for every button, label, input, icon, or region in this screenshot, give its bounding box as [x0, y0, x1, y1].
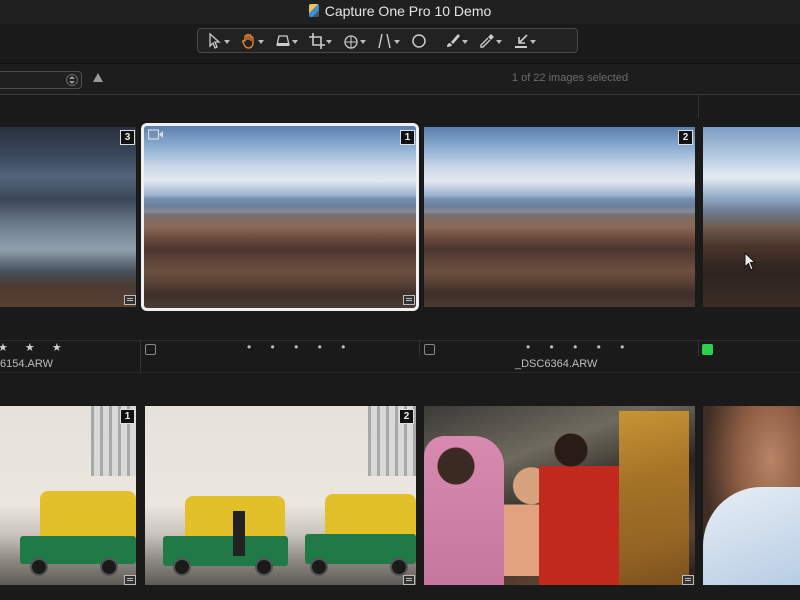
- chevron-down-icon: [462, 40, 468, 44]
- select-checkbox[interactable]: [424, 344, 435, 355]
- keystone-icon: [378, 33, 391, 48]
- rickshaw-wheel: [390, 558, 408, 576]
- column-divider: [698, 94, 699, 118]
- edit-indicator-icon: [124, 575, 136, 585]
- window-title: Capture One Pro 10 Demo: [324, 3, 492, 19]
- filename-label: 6154.ARW: [0, 358, 53, 370]
- straighten-icon: [276, 34, 290, 46]
- select-tool-button[interactable]: [198, 29, 232, 52]
- crop-tool-button[interactable]: [300, 29, 334, 52]
- edit-indicator-icon: [682, 575, 694, 585]
- variant-number-badge: 1: [120, 409, 135, 424]
- variant-number-badge: 2: [678, 130, 693, 145]
- thumbnail-image[interactable]: [145, 406, 416, 585]
- sort-direction-triangle-icon[interactable]: [93, 73, 103, 82]
- brush-tool-button[interactable]: [436, 29, 470, 52]
- rickshaw-canopy: [325, 494, 416, 539]
- edit-indicator-icon: [403, 295, 415, 305]
- thumbnail-image[interactable]: [424, 406, 695, 585]
- edit-indicator-icon: [124, 295, 136, 305]
- cursor-toolbar: [197, 28, 578, 53]
- chevron-down-icon: [258, 40, 264, 44]
- thumbnail-image[interactable]: [703, 406, 800, 585]
- thumbnail-image-selected[interactable]: [141, 123, 419, 311]
- edit-indicator-icon: [403, 575, 415, 585]
- copy-apply-tool-button[interactable]: [504, 29, 538, 52]
- select-checkbox[interactable]: [145, 344, 156, 355]
- chevron-down-icon: [360, 40, 366, 44]
- filename-row: [0, 356, 800, 373]
- pan-tool-button[interactable]: [232, 29, 266, 52]
- straighten-tool-button[interactable]: [266, 29, 300, 52]
- star-rating[interactable]: ★ ★ ★: [0, 341, 69, 354]
- cell-divider: [140, 340, 141, 372]
- variant-number-badge: 2: [399, 409, 414, 424]
- select-cursor-icon: [209, 32, 221, 49]
- person-figure: [619, 411, 689, 585]
- rickshaw-wheel: [310, 558, 328, 576]
- rotate-icon: [344, 34, 358, 49]
- rickshaw-wheel: [255, 558, 273, 576]
- apply-arrow-icon: [515, 33, 528, 48]
- circle-icon: [412, 33, 426, 48]
- chevron-down-icon: [292, 40, 298, 44]
- driver: [233, 511, 245, 556]
- thumbnail-image[interactable]: [0, 406, 136, 585]
- selection-status: 1 of 22 images selected: [511, 72, 629, 84]
- rickshaw-wheel: [173, 558, 191, 576]
- brush-icon: [447, 33, 460, 47]
- rickshaw-wheel: [30, 558, 48, 576]
- rotate-tool-button[interactable]: [334, 29, 368, 52]
- chevron-down-icon: [224, 40, 230, 44]
- select-arrows-icon: [66, 74, 78, 86]
- variant-number-badge: 3: [120, 130, 135, 145]
- color-tag-green[interactable]: [702, 344, 713, 355]
- chevron-down-icon: [496, 40, 502, 44]
- shirt: [703, 486, 800, 585]
- title-bar: Capture One Pro 10 Demo: [0, 0, 800, 24]
- person-figure: [539, 426, 619, 585]
- rating-dots[interactable]: • • • • •: [247, 340, 353, 354]
- rickshaw-canopy: [40, 491, 136, 541]
- woman-figure: [424, 436, 504, 585]
- chevron-down-icon: [530, 40, 536, 44]
- thumbnail-image[interactable]: [703, 127, 800, 307]
- chevron-down-icon: [394, 40, 400, 44]
- mouse-cursor-icon: [744, 252, 757, 271]
- thumbnail-image[interactable]: [0, 127, 136, 307]
- filename-label: _DSC6364.ARW: [515, 358, 598, 370]
- hand-icon: [242, 33, 254, 49]
- rickshaw-wheel: [100, 558, 118, 576]
- video-icon: [148, 129, 163, 140]
- spot-removal-tool-button[interactable]: [402, 29, 436, 52]
- sort-select[interactable]: [0, 71, 82, 89]
- window-title-wrap: Capture One Pro 10 Demo: [0, 3, 800, 19]
- variant-number-badge: 1: [400, 130, 415, 145]
- thumbnail-image[interactable]: [424, 127, 695, 307]
- chevron-down-icon: [326, 40, 332, 44]
- app-icon: [308, 4, 319, 17]
- keystone-tool-button[interactable]: [368, 29, 402, 52]
- rating-dots[interactable]: • • • • •: [526, 340, 632, 354]
- cell-divider: [419, 340, 420, 356]
- eyedropper-icon: [480, 33, 494, 48]
- cell-divider: [698, 340, 699, 356]
- crop-icon: [309, 32, 325, 49]
- info-row: [0, 340, 800, 357]
- color-picker-tool-button[interactable]: [470, 29, 504, 52]
